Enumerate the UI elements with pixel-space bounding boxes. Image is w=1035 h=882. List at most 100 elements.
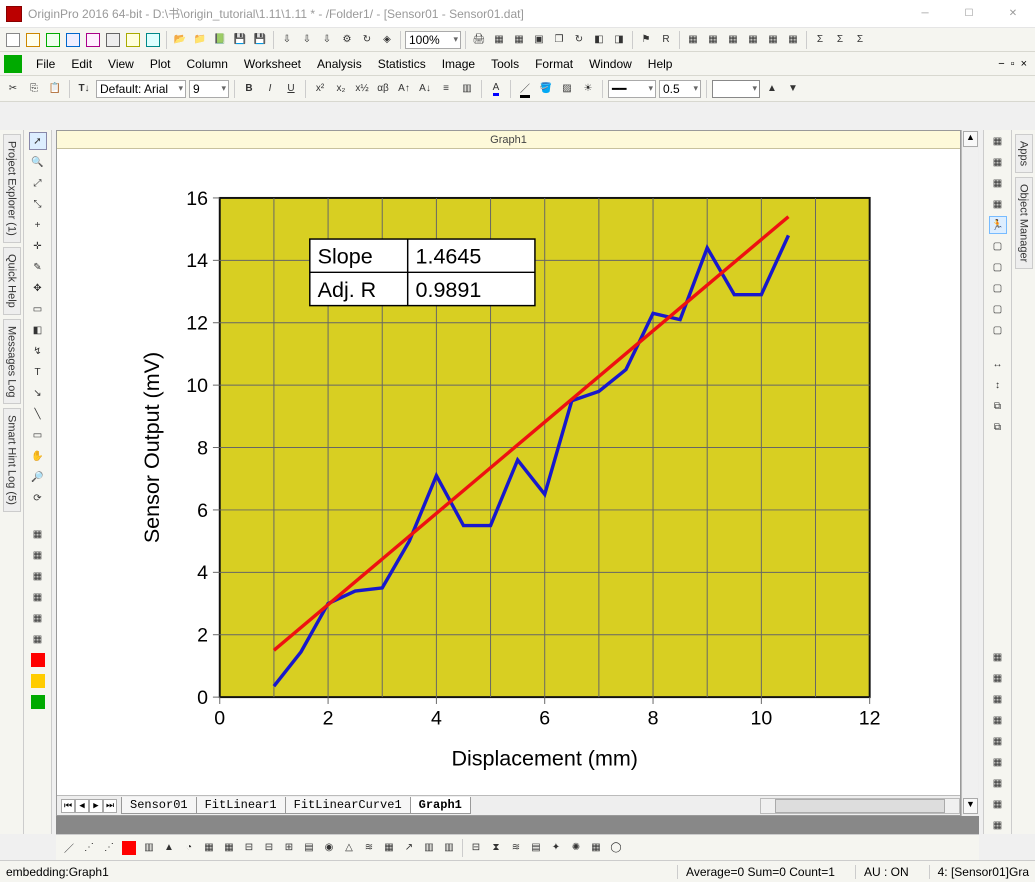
menu-format[interactable]: Format (527, 54, 581, 74)
pattern-icon[interactable]: ▨ (558, 80, 576, 98)
send-graphs-icon[interactable]: ▦ (510, 31, 528, 49)
insert-graph-icon[interactable]: ▦ (29, 525, 47, 543)
tab-first-icon[interactable]: ⏮ (61, 799, 75, 813)
supersub-icon[interactable]: x½ (353, 80, 371, 98)
object-manager-tab[interactable]: Object Manager (1015, 177, 1033, 269)
menu-window[interactable]: Window (581, 54, 640, 74)
contour-icon[interactable]: ≋ (360, 839, 378, 857)
menu-tools[interactable]: Tools (483, 54, 527, 74)
mask-color-icon[interactable]: ▦ (989, 816, 1007, 834)
polar-icon[interactable]: ◉ (320, 839, 338, 857)
tab-next-icon[interactable]: ▶ (89, 799, 103, 813)
hist-icon[interactable]: ▥ (420, 839, 438, 857)
text-tool-icon[interactable]: T (29, 363, 47, 381)
greek-icon[interactable]: αβ (374, 80, 392, 98)
reader-icon[interactable]: + (29, 216, 47, 234)
wind-rose-icon[interactable]: ✺ (567, 839, 585, 857)
line-width-select[interactable]: 0.5 (659, 80, 701, 98)
disable-mask-icon[interactable]: ▦ (989, 774, 1007, 792)
new-graph-icon[interactable] (64, 31, 82, 49)
increase-font-icon[interactable]: A↑ (395, 80, 413, 98)
add-inset2-icon[interactable]: ▦ (784, 31, 802, 49)
line-style-select[interactable]: ━━ (608, 80, 656, 98)
horizontal-scrollbar[interactable] (760, 798, 960, 814)
project-explorer-tab[interactable]: Project Explorer (1) (3, 134, 21, 243)
ridgeline-icon[interactable]: ≋ (507, 839, 525, 857)
print-icon[interactable]: 🖨 (470, 31, 488, 49)
new-notes-icon[interactable] (124, 31, 142, 49)
import-single-icon[interactable]: ⇩ (298, 31, 316, 49)
menu-column[interactable]: Column (179, 54, 236, 74)
insert-wks-icon[interactable]: ▦ (29, 546, 47, 564)
obj-front-icon[interactable]: ▲ (763, 80, 781, 98)
tab-sensor01[interactable]: Sensor01 (121, 797, 197, 814)
tab-prev-icon[interactable]: ◀ (75, 799, 89, 813)
tab-graph1[interactable]: Graph1 (410, 797, 471, 814)
zoom-pan-icon[interactable]: 🔎 (29, 468, 47, 486)
scroll-up-icon[interactable]: ▲ (963, 131, 978, 147)
template-lib-icon[interactable]: ▥ (440, 839, 458, 857)
double-y-icon[interactable]: ⊞ (280, 839, 298, 857)
rect-tool-icon[interactable]: ▭ (29, 426, 47, 444)
add-right-y-icon[interactable]: ▦ (29, 609, 47, 627)
line-color-icon[interactable]: ／ (516, 80, 534, 98)
obj-back-icon[interactable]: ▼ (784, 80, 802, 98)
add-top-x-icon[interactable]: ▦ (29, 588, 47, 606)
line-plot-icon[interactable]: ／ (60, 839, 78, 857)
align-left-icon[interactable]: ▦ (989, 132, 1007, 150)
menu-file[interactable]: File (28, 54, 63, 74)
ungroup-icon[interactable]: ⧉ (989, 418, 1007, 436)
tab-fitlinear1[interactable]: FitLinear1 (196, 797, 286, 814)
uniform-h-icon[interactable]: ↕ (989, 376, 1007, 394)
italic-icon[interactable]: I (261, 80, 279, 98)
graph-body[interactable]: 024681012 0246810121416 Displacement (mm… (57, 149, 960, 795)
origin-menu-icon[interactable] (4, 55, 22, 73)
stack-icon[interactable]: ▤ (300, 839, 318, 857)
menu-view[interactable]: View (100, 54, 142, 74)
code-builder-icon[interactable]: ⚑ (637, 31, 655, 49)
scale-in-icon[interactable]: ⤢ (29, 174, 47, 192)
radar-icon[interactable]: ✦ (547, 839, 565, 857)
unmask-icon[interactable]: ▦ (989, 711, 1007, 729)
x-axis-label[interactable]: Displacement (mm) (451, 747, 638, 771)
open-icon[interactable]: 📂 (171, 31, 189, 49)
r-console-icon[interactable]: R (657, 31, 675, 49)
mask-pts-icon[interactable]: ▦ (989, 648, 1007, 666)
open-excel-icon[interactable]: 📗 (211, 31, 229, 49)
menu-statistics[interactable]: Statistics (370, 54, 434, 74)
lock-green-icon[interactable] (29, 693, 47, 711)
add-layer-icon[interactable]: ▦ (704, 31, 722, 49)
hide-masked-icon[interactable]: ▦ (989, 732, 1007, 750)
running-man-icon[interactable]: 🏃 (989, 216, 1007, 234)
mask-icon[interactable]: ◧ (29, 321, 47, 339)
menu-worksheet[interactable]: Worksheet (236, 54, 309, 74)
ternary-icon[interactable]: △ (340, 839, 358, 857)
layout3-icon[interactable]: ▢ (989, 279, 1007, 297)
mask-range-icon[interactable]: ▦ (989, 669, 1007, 687)
mdi-restore-icon[interactable]: ▫ (1011, 58, 1015, 70)
violin-icon[interactable]: ⧗ (487, 839, 505, 857)
add-object-icon[interactable]: ▦ (29, 630, 47, 648)
data-cursor-icon[interactable]: ✥ (29, 279, 47, 297)
new-project-icon[interactable] (4, 31, 22, 49)
maximize-button[interactable]: ☐ (947, 1, 991, 27)
add-inset-icon[interactable]: ▦ (764, 31, 782, 49)
underline-icon[interactable]: U (282, 80, 300, 98)
colormap-icon[interactable]: ▦ (380, 839, 398, 857)
param-table[interactable]: Slope 1.4645 Adj. R 0.9891 (310, 239, 535, 306)
layout4-icon[interactable]: ▢ (989, 300, 1007, 318)
enable-mask-icon[interactable]: ▦ (989, 795, 1007, 813)
lock-yellow-icon[interactable] (29, 672, 47, 690)
3d-bar-icon[interactable]: ▦ (200, 839, 218, 857)
align-icon[interactable]: ≡ (437, 80, 455, 98)
group-icon[interactable]: ⧉ (989, 397, 1007, 415)
recalc-icon[interactable]: ↻ (358, 31, 376, 49)
mask-toggle-icon[interactable]: ▦ (989, 690, 1007, 708)
lock-red-icon[interactable] (29, 651, 47, 669)
minimize-button[interactable]: ─ (903, 1, 947, 27)
box-chart-icon[interactable]: ⊟ (467, 839, 485, 857)
new-workbook-icon[interactable] (24, 31, 42, 49)
open-template-icon[interactable]: 📁 (191, 31, 209, 49)
col-b-icon[interactable]: Σ (831, 31, 849, 49)
box-plot-icon[interactable]: ⊟ (260, 839, 278, 857)
